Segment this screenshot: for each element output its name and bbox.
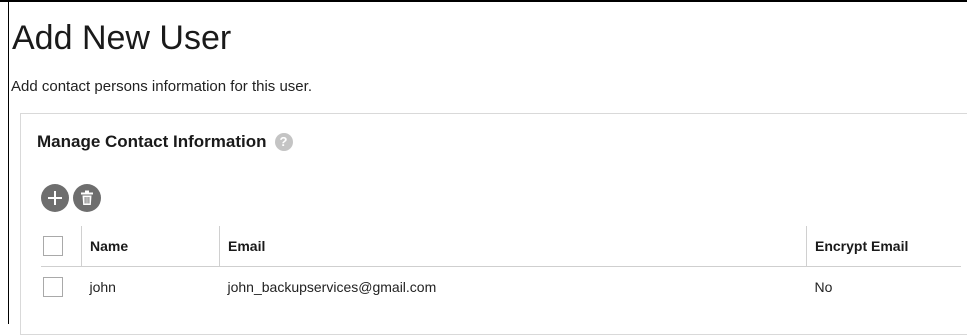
left-border [8, 0, 9, 324]
contact-encrypt-email: No [814, 279, 833, 295]
contact-information-panel: Manage Contact Information ? Name Email … [20, 113, 967, 335]
column-header-encrypt-email[interactable]: Encrypt Email [806, 226, 961, 267]
contact-name: john [89, 279, 116, 295]
column-header-email[interactable]: Email [219, 226, 807, 267]
page-subtitle: Add contact persons information for this… [11, 78, 312, 95]
table-row[interactable]: john john_backupservices@gmail.com No [41, 267, 961, 308]
row-select-cell [41, 267, 82, 308]
select-all-checkbox[interactable] [43, 236, 63, 256]
add-contact-button[interactable] [41, 184, 69, 212]
panel-header: Manage Contact Information ? [37, 132, 293, 152]
row-checkbox[interactable] [43, 277, 63, 297]
top-border [0, 0, 967, 2]
panel-title: Manage Contact Information [37, 132, 267, 151]
delete-contact-button[interactable] [73, 184, 101, 212]
contact-email: john_backupservices@gmail.com [227, 279, 437, 295]
contacts-toolbar [41, 184, 105, 212]
column-header-name[interactable]: Name [81, 226, 220, 267]
trash-icon [81, 190, 93, 205]
plus-icon [48, 191, 62, 205]
contacts-table: Name Email Encrypt Email john john_backu… [41, 226, 961, 307]
page-title: Add New User [12, 19, 232, 57]
table-header-row: Name Email Encrypt Email [41, 226, 961, 267]
help-icon[interactable]: ? [274, 133, 293, 151]
select-all-cell [41, 226, 82, 267]
